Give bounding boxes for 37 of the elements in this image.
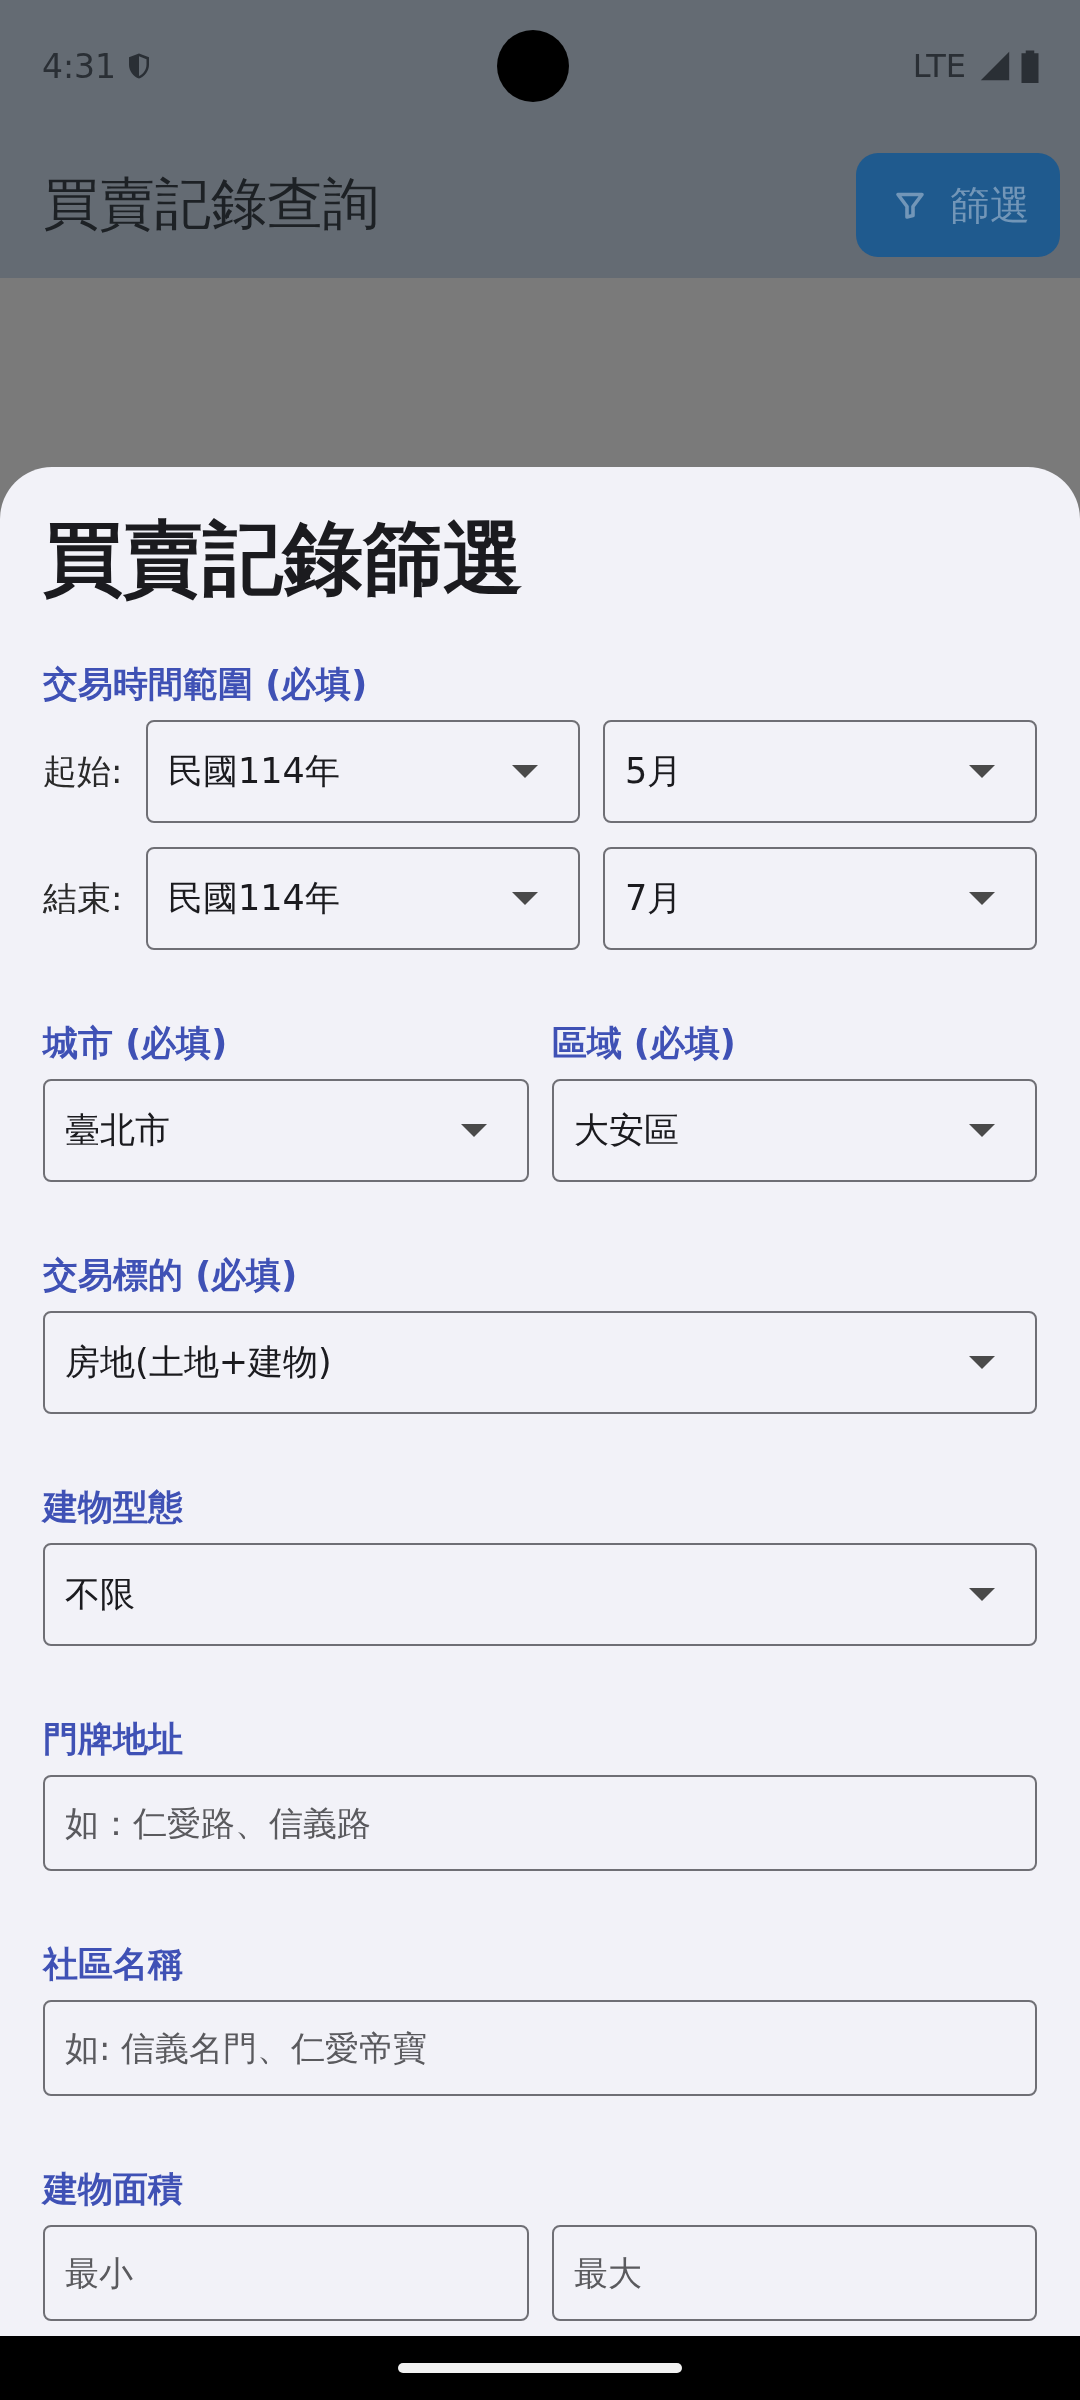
section-label: 建物型態 (43, 1486, 184, 1529)
dropdown[interactable]: 不限 (43, 1543, 1037, 1646)
sheet-title: 買賣記錄篩選 (43, 511, 524, 607)
battery-icon (1020, 49, 1040, 83)
status-time: 4:31 (42, 46, 117, 86)
dropdown-arrow-icon (969, 765, 995, 778)
input-field[interactable]: 最小 (43, 2225, 529, 2321)
row-label: 結束: (43, 876, 124, 920)
input-field[interactable]: 如: 信義名門、仁愛帝寶 (43, 2000, 1037, 2096)
section-label: 交易標的 (必填) (43, 1254, 299, 1297)
dropdown[interactable]: 7月 (603, 847, 1037, 950)
dropdown[interactable]: 5月 (603, 720, 1037, 823)
app-title: 買賣記錄查詢 (43, 170, 379, 238)
signal-icon (978, 49, 1012, 83)
home-handle[interactable] (398, 2363, 682, 2373)
section-label: 建物面積 (43, 2168, 184, 2211)
dropdown[interactable]: 房地(土地+建物) (43, 1311, 1037, 1414)
section-label: 門牌地址 (43, 1718, 184, 1761)
dropdown-arrow-icon (512, 892, 538, 905)
dropdown-arrow-icon (512, 765, 538, 778)
dropdown-arrow-icon (969, 1356, 995, 1369)
row-label: 起始: (43, 749, 124, 793)
dropdown-arrow-icon (460, 1124, 487, 1137)
section-label: 社區名稱 (43, 1943, 184, 1986)
dropdown[interactable]: 臺北市 (43, 1079, 529, 1182)
section-label: 區域 (必填) (551, 1022, 737, 1065)
dropdown-arrow-icon (969, 892, 995, 905)
network-label: LTE (912, 47, 966, 85)
section-label: 城市 (必填) (43, 1022, 229, 1065)
dropdown-arrow-icon (969, 1588, 995, 1601)
input-field[interactable]: 如：仁愛路、信義路 (43, 1775, 1037, 1871)
dropdown-arrow-icon (969, 1124, 995, 1137)
section-label: 交易時間範圍 (必填) (43, 663, 369, 706)
dropdown[interactable]: 民國114年 (146, 720, 580, 823)
input-field[interactable]: 最大 (551, 2225, 1037, 2321)
dropdown[interactable]: 大安區 (551, 1079, 1037, 1182)
dropdown[interactable]: 民國114年 (146, 847, 580, 950)
